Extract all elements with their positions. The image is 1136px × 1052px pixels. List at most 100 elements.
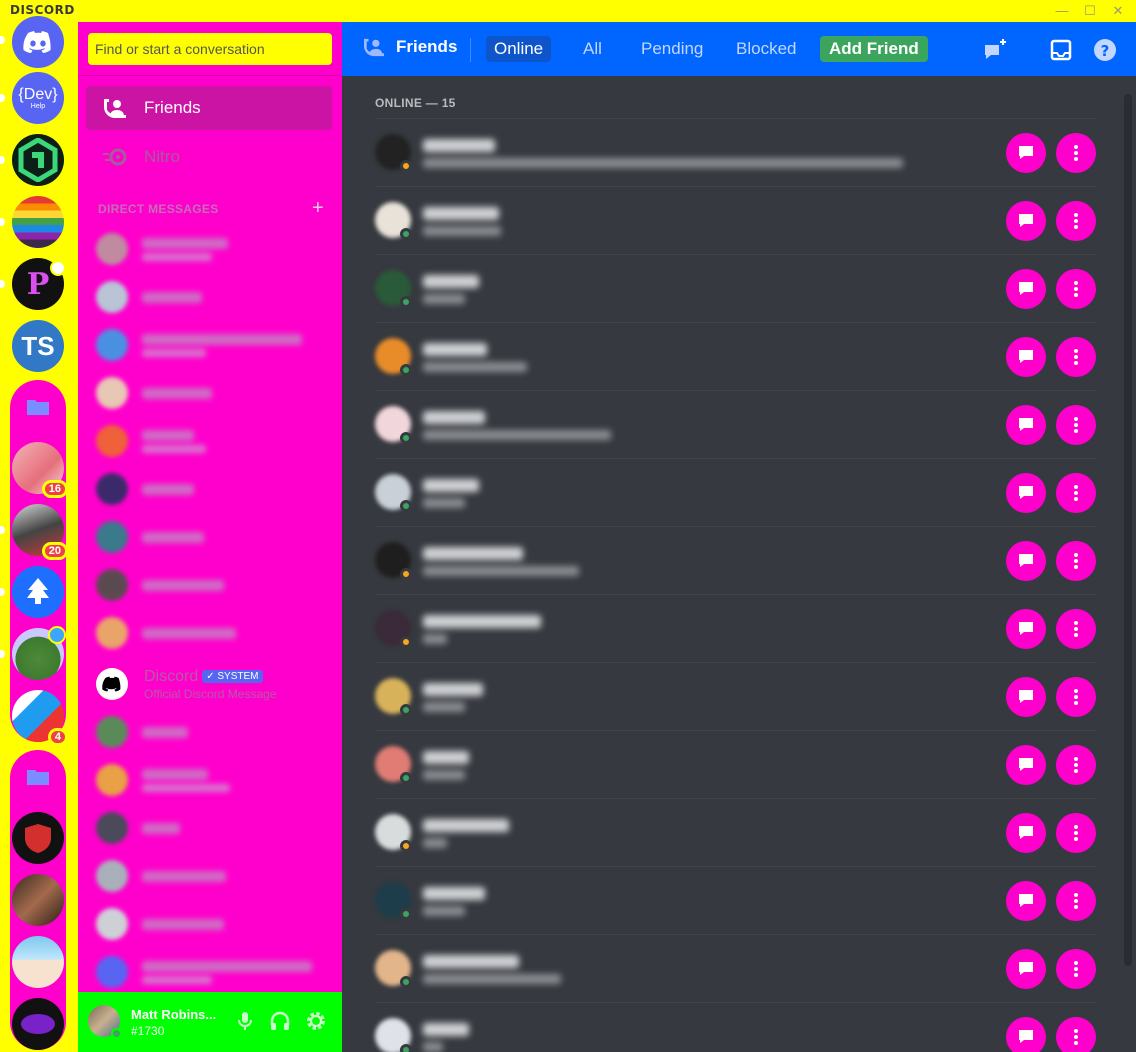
server-folder2-b[interactable]: [12, 874, 64, 926]
add-friend-button[interactable]: Add Friend: [820, 36, 928, 62]
microphone-icon[interactable]: [234, 1010, 256, 1032]
more-options-button[interactable]: [1056, 677, 1096, 717]
more-options-button[interactable]: [1056, 133, 1096, 173]
server-rainbow[interactable]: [12, 196, 64, 248]
message-button[interactable]: [1006, 881, 1046, 921]
friend-row[interactable]: [375, 730, 1097, 798]
more-options-button[interactable]: [1056, 201, 1096, 241]
dm-list-item[interactable]: [86, 758, 332, 802]
tab-online[interactable]: Online: [486, 36, 552, 62]
dm-section-header: DIRECT MESSAGES +: [98, 197, 324, 219]
friend-row[interactable]: [375, 186, 1097, 254]
new-group-dm-icon[interactable]: [982, 37, 1008, 63]
friend-row[interactable]: [375, 390, 1097, 458]
server-ts[interactable]: TS: [12, 320, 64, 372]
server-folder1-tree[interactable]: [12, 566, 64, 618]
more-options-button[interactable]: [1056, 337, 1096, 377]
more-options-button[interactable]: [1056, 609, 1096, 649]
message-button[interactable]: [1006, 541, 1046, 581]
friend-row[interactable]: [375, 322, 1097, 390]
scrollbar[interactable]: [1124, 94, 1132, 966]
server-folder1-a[interactable]: 16: [12, 442, 68, 498]
friend-row[interactable]: [375, 458, 1097, 526]
friend-row[interactable]: [375, 254, 1097, 322]
dm-list-item[interactable]: [86, 611, 332, 655]
server-folder1-c[interactable]: 4: [12, 690, 68, 746]
home-button[interactable]: [12, 16, 64, 68]
friend-row[interactable]: [375, 662, 1097, 730]
dm-list-item[interactable]: [86, 419, 332, 463]
dm-list-item[interactable]: [86, 323, 332, 367]
friend-row[interactable]: [375, 866, 1097, 934]
minimize-button[interactable]: —: [1052, 2, 1072, 20]
message-button[interactable]: [1006, 269, 1046, 309]
dm-list-item[interactable]: [86, 563, 332, 607]
more-options-button[interactable]: [1056, 813, 1096, 853]
more-options-button[interactable]: [1056, 541, 1096, 581]
close-button[interactable]: ✕: [1108, 2, 1128, 20]
tab-all[interactable]: All: [575, 36, 610, 62]
server-green-hex[interactable]: [12, 134, 64, 186]
more-options-button[interactable]: [1056, 745, 1096, 785]
message-button[interactable]: [1006, 201, 1046, 241]
message-button[interactable]: [1006, 133, 1046, 173]
dm-list-item[interactable]: [86, 371, 332, 415]
nav-nitro[interactable]: Nitro: [86, 135, 332, 179]
dm-list-item[interactable]: [86, 515, 332, 559]
message-button[interactable]: [1006, 745, 1046, 785]
friend-info: [423, 275, 479, 304]
create-dm-button[interactable]: +: [312, 197, 324, 220]
dm-list-item[interactable]: [86, 227, 332, 271]
friend-row[interactable]: [375, 118, 1097, 186]
friend-status-text: [423, 838, 447, 848]
friend-row[interactable]: [375, 526, 1097, 594]
server-folder1-b[interactable]: 20: [12, 504, 68, 560]
server-folder2-d[interactable]: [12, 998, 64, 1050]
headphones-icon[interactable]: [269, 1010, 291, 1032]
tab-blocked[interactable]: Blocked: [728, 36, 804, 62]
more-options-button[interactable]: [1056, 881, 1096, 921]
friend-row[interactable]: [375, 934, 1097, 1002]
message-button[interactable]: [1006, 609, 1046, 649]
dm-list-item[interactable]: [86, 275, 332, 319]
message-button[interactable]: [1006, 405, 1046, 445]
dm-list-item[interactable]: [86, 950, 332, 994]
message-button[interactable]: [1006, 1017, 1046, 1052]
maximize-button[interactable]: ☐: [1080, 2, 1100, 20]
dm-list-item[interactable]: [86, 854, 332, 898]
server-p[interactable]: P: [12, 258, 66, 310]
dm-system-discord[interactable]: Discord ✓ SYSTEM Official Discord Message: [86, 662, 332, 706]
tab-pending[interactable]: Pending: [633, 36, 711, 62]
search-input[interactable]: [88, 33, 332, 65]
friend-row[interactable]: [375, 594, 1097, 662]
server-folder2-soc[interactable]: [12, 812, 64, 864]
friend-row[interactable]: [375, 1002, 1097, 1052]
more-options-button[interactable]: [1056, 949, 1096, 989]
status-dot-icon: [400, 636, 412, 648]
more-options-button[interactable]: [1056, 269, 1096, 309]
more-options-button[interactable]: [1056, 1017, 1096, 1052]
message-button[interactable]: [1006, 473, 1046, 513]
status-dot-icon: [400, 160, 412, 172]
dm-list-item[interactable]: [86, 710, 332, 754]
online-status-icon: [111, 1028, 122, 1039]
message-button[interactable]: [1006, 813, 1046, 853]
friend-name: [423, 887, 485, 900]
message-button[interactable]: [1006, 949, 1046, 989]
message-button[interactable]: [1006, 337, 1046, 377]
help-icon[interactable]: ?: [1092, 37, 1118, 63]
more-options-button[interactable]: [1056, 473, 1096, 513]
dm-list-item[interactable]: [86, 467, 332, 511]
server-folder2-c[interactable]: [12, 936, 64, 988]
inbox-icon[interactable]: [1048, 37, 1074, 63]
nav-friends[interactable]: Friends: [86, 86, 332, 130]
dm-list-item[interactable]: [86, 806, 332, 850]
message-button[interactable]: [1006, 677, 1046, 717]
friend-row[interactable]: [375, 798, 1097, 866]
server-dev-help[interactable]: {Dev} Help: [12, 72, 64, 124]
server-folder1-pepe[interactable]: [12, 626, 66, 680]
settings-gear-icon[interactable]: [305, 1010, 327, 1032]
dm-list-item[interactable]: [86, 902, 332, 946]
server-folder[interactable]: [10, 380, 66, 742]
more-options-button[interactable]: [1056, 405, 1096, 445]
